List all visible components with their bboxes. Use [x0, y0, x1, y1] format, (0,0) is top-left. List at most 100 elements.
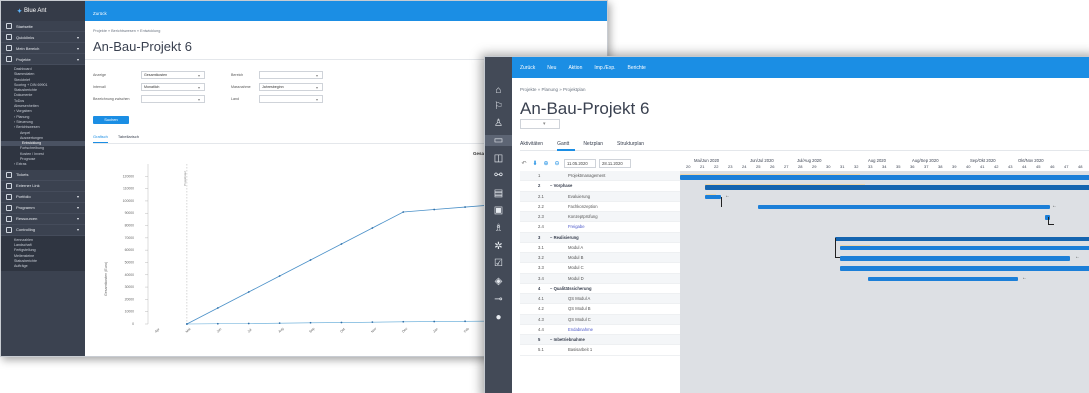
gantt-row[interactable]: 2.4 Freigabe [520, 222, 680, 233]
bereich-select[interactable] [259, 71, 323, 79]
gantt-row[interactable]: 2 − Vorphase [520, 181, 680, 192]
sub-auftraege[interactable]: Aufträge [14, 264, 85, 269]
gantt-row[interactable]: 3 − Realisierung [520, 232, 680, 243]
circle-icon[interactable]: ● [492, 312, 505, 323]
nav-externer-link[interactable]: Externer Link [1, 181, 85, 192]
data-point[interactable] [433, 320, 436, 323]
nav-programm[interactable]: Programm ▾ [1, 203, 85, 214]
bookmark-icon[interactable]: ⚐ [492, 101, 505, 112]
gantt-bar[interactable] [840, 256, 1070, 261]
nav-quicklinks[interactable]: Quicklinks ▾ [1, 32, 85, 43]
folder-icon[interactable]: ▭ [485, 135, 512, 146]
gantt-row[interactable]: 3.1 Modul A [520, 243, 680, 253]
berichte-button[interactable]: Berichte [628, 65, 646, 71]
data-point[interactable] [402, 211, 405, 213]
data-point[interactable] [340, 243, 343, 245]
nav-startseite[interactable]: Startseite [1, 21, 85, 32]
tab-aktivitaeten[interactable]: Aktivitäten [520, 138, 549, 151]
tab-strukturplan[interactable]: Strukturplan [617, 138, 650, 151]
gantt-row[interactable]: 2.3 Konzeptprüfung [520, 212, 680, 223]
row-name: Endabnahme [568, 326, 593, 332]
data-point[interactable] [278, 275, 281, 277]
gantt-bar[interactable] [705, 194, 721, 199]
nav-mein-bereich[interactable]: Mein Bereich ▾ [1, 43, 85, 54]
program-icon[interactable]: ▣ [492, 205, 505, 216]
checklist-icon[interactable]: ☑ [492, 258, 505, 269]
gantt-row[interactable]: 2.2 Fachkonzeption [520, 202, 680, 212]
data-point[interactable] [247, 322, 250, 325]
nav-portfolio[interactable]: Portfolio ▾ [1, 192, 85, 203]
nav-controlling[interactable]: Controlling ▾ [1, 225, 85, 236]
data-point[interactable] [464, 320, 466, 323]
anzeige-select[interactable]: Gesamtkosten [141, 71, 205, 79]
search-button[interactable]: Suchen [93, 116, 129, 124]
gantt-row[interactable]: 3.2 Modul B [520, 253, 680, 264]
land-select[interactable] [259, 95, 323, 103]
zoom-out-icon[interactable]: ⊖ [553, 160, 561, 167]
portfolio-icon[interactable]: ▤ [492, 188, 505, 199]
massnahme-select[interactable]: Jahresbeginn [259, 83, 323, 91]
tag-icon[interactable]: ◈ [492, 276, 505, 287]
data-point[interactable] [464, 206, 466, 208]
ticket-icon[interactable]: ◫ [492, 153, 505, 164]
gantt-row[interactable]: 4.3 QS Modul C [520, 314, 680, 325]
data-point[interactable] [433, 208, 436, 211]
tab-tabellarisch[interactable]: Tabellarisch [118, 132, 139, 143]
gantt-row[interactable]: 3.4 Modul D [520, 273, 680, 284]
data-point[interactable] [278, 322, 281, 325]
date-to-input[interactable]: 28.11.2020 [599, 159, 631, 168]
tab-gantt[interactable]: Gantt [557, 138, 576, 151]
view-select[interactable] [520, 119, 560, 129]
gantt-row[interactable]: 3.3 Modul C [520, 263, 680, 274]
tab-grafisch[interactable]: Grafisch [93, 132, 108, 143]
gantt-bar[interactable] [868, 276, 1018, 281]
date-from-input[interactable]: 11.05.2020 [564, 159, 596, 168]
gantt-row[interactable]: 5.1 Basisarbeit 1 [520, 345, 680, 356]
data-point[interactable] [216, 322, 219, 325]
controlling-icon[interactable]: ✲ [492, 241, 505, 252]
download-icon[interactable]: ⬇ [531, 160, 539, 167]
chevron-down-icon: ▾ [76, 45, 79, 51]
resources-icon[interactable]: ♗ [492, 223, 505, 234]
neu-button[interactable]: Neu [547, 65, 556, 71]
data-point[interactable] [371, 227, 374, 229]
gantt-row[interactable]: 4.4 Endabnahme [520, 325, 680, 335]
data-point[interactable] [340, 321, 343, 324]
data-point[interactable] [402, 320, 405, 323]
gantt-bar[interactable] [840, 245, 1089, 251]
gantt-row[interactable]: 4 − Qualitätssicherung [520, 284, 680, 294]
tab-netzplan[interactable]: Netzplan [583, 138, 609, 151]
person-icon[interactable]: ♙ [492, 118, 505, 129]
link-icon[interactable]: ⚯ [492, 170, 505, 181]
back-zurueck-button[interactable]: Zurück [93, 11, 107, 16]
sub-extras[interactable]: › Extras [14, 162, 85, 167]
data-point[interactable] [309, 321, 312, 324]
imp-exp-button[interactable]: Imp./Exp. [594, 65, 615, 71]
gantt-row[interactable]: 4.2 QS Modul B [520, 304, 680, 315]
zurueck-button[interactable]: Zurück [520, 65, 535, 71]
gantt-row[interactable]: 2.1 Evaluierung [520, 191, 680, 202]
nav-projekte[interactable]: Projekte ▾ [1, 54, 85, 65]
home-icon[interactable]: ⌂ [492, 85, 505, 96]
intervall-select[interactable]: Monatlich [141, 83, 205, 91]
data-point[interactable] [309, 259, 312, 261]
nav-ressourcen[interactable]: Ressourcen ▾ [1, 214, 85, 225]
data-point[interactable] [216, 307, 219, 309]
gantt-row[interactable]: 4.1 QS Modul A [520, 294, 680, 305]
gantt-row[interactable]: 5 − Inbetriebnahme [520, 335, 680, 346]
gantt-bar[interactable] [835, 236, 1089, 241]
bezeichnung-select[interactable] [141, 95, 205, 103]
zoom-in-icon[interactable]: ⊕ [542, 160, 550, 167]
data-point[interactable] [186, 323, 188, 325]
gantt-bar[interactable] [680, 175, 1089, 180]
gantt-bar[interactable] [705, 185, 1089, 190]
undo-icon[interactable]: ↶ [520, 160, 528, 167]
gantt-row[interactable]: 1 Projektmanagement [520, 171, 680, 182]
key-icon[interactable]: ⊸ [492, 294, 505, 305]
gantt-bar[interactable] [758, 204, 1050, 210]
data-point[interactable] [247, 291, 250, 293]
nav-tickets[interactable]: Tickets [1, 170, 85, 181]
aktion-button[interactable]: Aktion [568, 65, 582, 71]
data-point[interactable] [371, 321, 374, 324]
gantt-bar[interactable] [840, 266, 1089, 271]
